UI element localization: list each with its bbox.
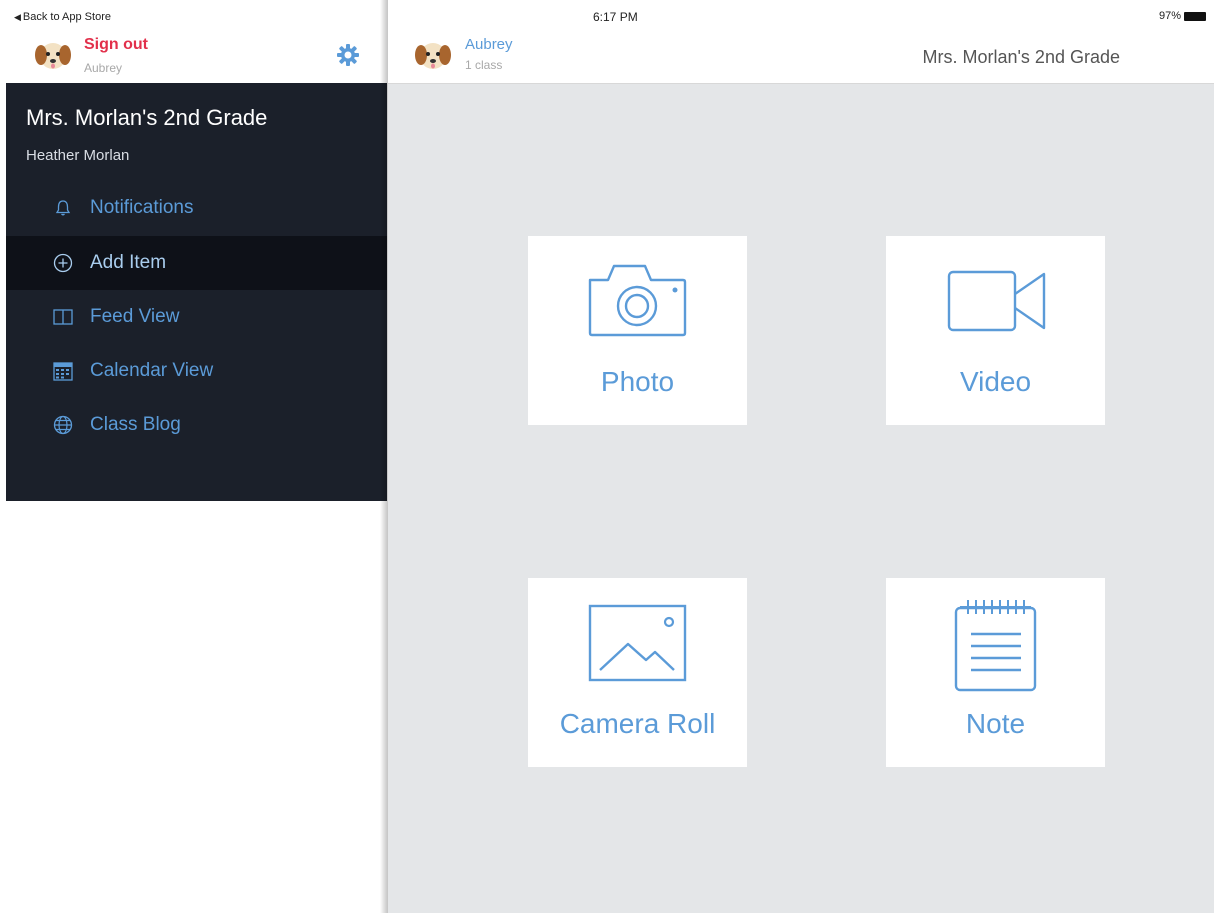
plus-circle-icon xyxy=(52,252,74,274)
sidebar-item-label: Add Item xyxy=(90,252,167,273)
sidebar-item-class-blog[interactable]: Class Blog xyxy=(6,398,387,452)
calendar-icon xyxy=(52,360,74,382)
account-switcher-name[interactable]: Aubrey xyxy=(465,36,513,53)
class-title: Mrs. Morlan's 2nd Grade xyxy=(26,105,268,130)
note-tile-button[interactable]: Note xyxy=(886,578,1105,767)
video-tile-label: Video xyxy=(959,366,1032,397)
camera-icon xyxy=(588,264,687,337)
back-arrow-icon: ◀ xyxy=(14,12,21,22)
camera-roll-tile-button[interactable]: Camera Roll xyxy=(528,578,747,767)
bell-icon xyxy=(52,197,74,219)
photo-tile-button[interactable]: Photo xyxy=(528,236,747,425)
class-count: 1 class xyxy=(465,58,503,72)
sidebar-item-feed-view[interactable]: Feed View xyxy=(6,290,387,344)
video-tile-button[interactable]: Video xyxy=(886,236,1105,425)
camera-roll-tile-label: Camera Roll xyxy=(559,708,716,739)
note-tile-label: Note xyxy=(965,708,1026,739)
book-icon xyxy=(52,306,74,328)
dog-avatar-icon xyxy=(35,43,71,69)
sidebar-item-label: Calendar View xyxy=(90,360,214,381)
gear-icon[interactable] xyxy=(336,43,360,67)
back-link-label: Back to App Store xyxy=(22,11,111,23)
globe-icon xyxy=(52,414,74,436)
sidebar-item-notifications[interactable]: Notifications xyxy=(6,181,387,235)
teacher-name: Heather Morlan xyxy=(26,147,130,164)
battery-percent: 97% xyxy=(1158,10,1181,22)
sidebar: ◀ Back to App Store Sign out Aubrey Mrs. … xyxy=(0,0,387,913)
sidebar-item-label: Notifications xyxy=(90,197,194,218)
dog-avatar-icon[interactable] xyxy=(414,38,452,72)
video-camera-icon xyxy=(947,270,1046,332)
sign-out-button[interactable]: Sign out xyxy=(84,36,148,54)
class-panel: Mrs. Morlan's 2nd Grade Heather Morlan N… xyxy=(6,83,387,501)
sidebar-item-add-item[interactable]: Add Item xyxy=(6,236,387,290)
photo-tile-label: Photo xyxy=(600,366,675,397)
main-content: 6:17 PM 97% Aubrey 1 class Mrs. Morlan's… xyxy=(388,0,1214,913)
notepad-icon xyxy=(954,600,1037,692)
sidebar-user-name: Aubrey xyxy=(84,61,123,75)
back-to-app-store-link[interactable]: ◀ Back to App Store xyxy=(14,11,111,23)
battery-icon xyxy=(1184,11,1206,21)
page-title: Mrs. Morlan's 2nd Grade xyxy=(922,47,1120,67)
image-gallery-icon xyxy=(588,604,687,682)
top-bar: 6:17 PM 97% Aubrey 1 class Mrs. Morlan's… xyxy=(388,0,1214,84)
status-time: 6:17 PM xyxy=(593,10,638,24)
status-battery: 97% xyxy=(1159,10,1206,22)
sidebar-item-label: Feed View xyxy=(90,306,180,327)
sidebar-item-calendar-view[interactable]: Calendar View xyxy=(6,344,387,398)
sidebar-item-label: Class Blog xyxy=(90,414,181,435)
